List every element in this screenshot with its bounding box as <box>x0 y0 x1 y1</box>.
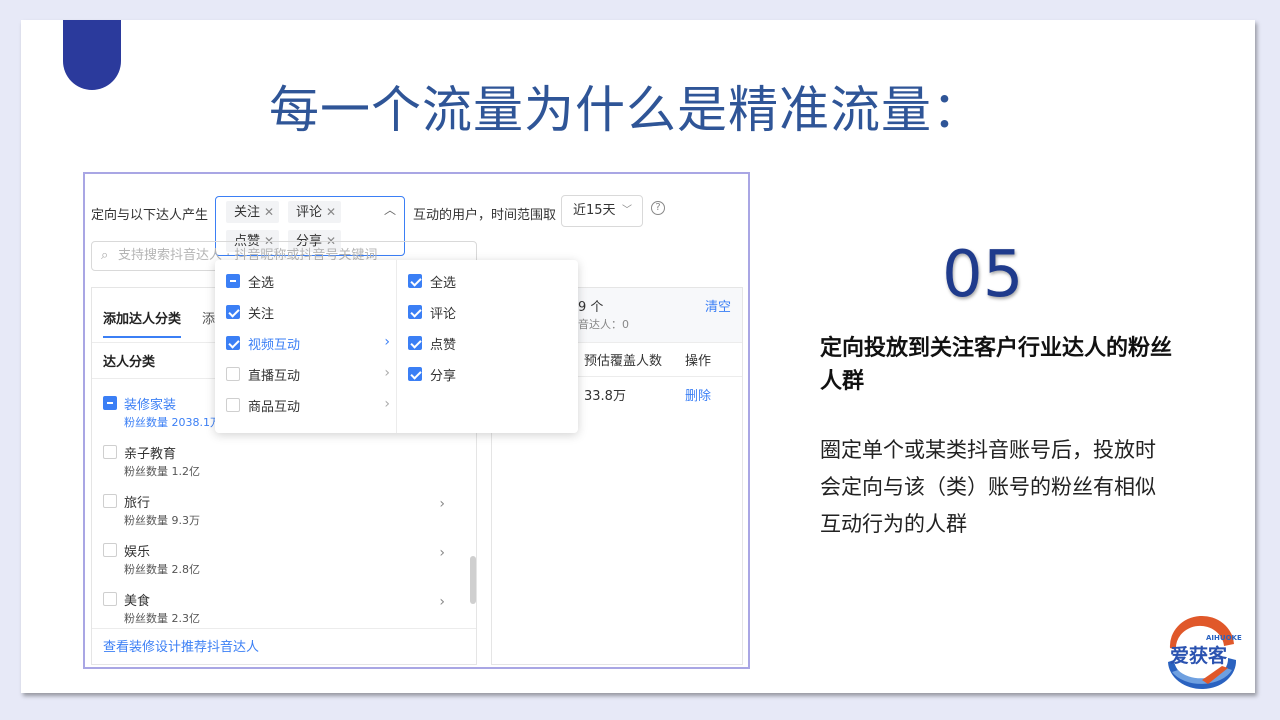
option-share[interactable]: 分享 <box>408 365 578 385</box>
recommended-creators-link[interactable]: 查看装修设计推荐抖音达人 <box>103 636 259 655</box>
interaction-dropdown: 全选 关注 视频互动 › 直播互动 › 商品互动 › 全选 评论 点赞 分享 <box>215 260 578 433</box>
help-icon[interactable]: ? <box>651 201 665 215</box>
chevron-down-icon: ﹀ <box>622 205 632 216</box>
category-fans: 粉丝数量 2.3亿 <box>124 612 200 625</box>
option-select-all[interactable]: 全选 <box>226 272 396 292</box>
option-label: 直播互动 <box>248 369 301 384</box>
checkbox[interactable] <box>226 398 240 412</box>
logo-cn: 爱获客 <box>1170 644 1228 667</box>
checkbox[interactable] <box>103 445 117 459</box>
checkbox[interactable] <box>408 367 422 381</box>
logo-en: AIHUOKE <box>1206 634 1242 642</box>
close-icon[interactable]: ✕ <box>326 205 336 219</box>
option-label: 全选 <box>248 276 275 291</box>
option-label: 关注 <box>248 307 275 322</box>
checkbox[interactable] <box>226 367 240 381</box>
checkbox[interactable] <box>103 396 117 410</box>
category-item-travel[interactable]: 旅行 粉丝数量 9.3万 › <box>103 492 453 534</box>
category-name: 亲子教育 <box>124 447 177 462</box>
category-fans: 粉丝数量 2.8亿 <box>124 563 200 576</box>
category-item-entertainment[interactable]: 娱乐 粉丝数量 2.8亿 › <box>103 541 453 583</box>
option-video-interaction[interactable]: 视频互动 › <box>226 334 396 354</box>
chevron-right-icon[interactable]: › <box>439 594 445 610</box>
option-comment[interactable]: 评论 <box>408 303 578 323</box>
category-header: 达人分类 <box>103 355 156 370</box>
category-fans: 粉丝数量 2038.1万 <box>124 416 221 429</box>
category-item-parenting[interactable]: 亲子教育 粉丝数量 1.2亿 <box>103 443 453 485</box>
checkbox[interactable] <box>103 494 117 508</box>
option-label: 视频互动 <box>248 338 301 353</box>
filter-middle-label: 互动的用户，时间范围取 <box>413 208 557 223</box>
divider <box>92 628 476 629</box>
checkbox[interactable] <box>226 305 240 319</box>
brand-logo: AIHUOKE 爱获客 <box>1162 614 1242 690</box>
tag-comment[interactable]: 评论 ✕ <box>288 201 342 223</box>
option-label: 分享 <box>430 369 457 384</box>
screenshot-panel: 定向与以下达人产生 关注 ✕ 评论 ✕ 点赞 ✕ 分享 ✕ ︿ 互动的用户，时间范围取 … <box>83 172 750 669</box>
option-follow[interactable]: 关注 <box>226 303 396 323</box>
chevron-up-icon[interactable]: ︿ <box>384 201 396 218</box>
tab-add-category[interactable]: 添加达人分类 <box>103 308 182 338</box>
category-fans: 粉丝数量 1.2亿 <box>124 465 200 478</box>
chevron-right-icon: › <box>384 334 390 350</box>
filter-prefix-label: 定向与以下达人产生 <box>91 208 209 223</box>
clear-button[interactable]: 清空 <box>705 296 731 315</box>
option-label: 点赞 <box>430 338 457 353</box>
step-description: 圈定单个或某类抖音账号后，投放时会定向与该（类）账号的粉丝有相似互动行为的人群 <box>820 438 1156 536</box>
category-name: 美食 <box>124 594 151 609</box>
category-fans: 粉丝数量 9.3万 <box>124 514 200 527</box>
checkbox[interactable] <box>226 336 240 350</box>
category-name: 装修家装 <box>124 398 177 413</box>
checkbox[interactable] <box>408 274 422 288</box>
logo-graphic: AIHUOKE 爱获客 <box>1168 615 1242 690</box>
column-header-action: 操作 <box>685 354 712 369</box>
time-range-value: 近15天 <box>573 203 616 218</box>
time-range-select[interactable]: 近15天 ﹀ <box>561 195 643 227</box>
scrollbar[interactable] <box>470 556 476 604</box>
checkbox[interactable] <box>408 336 422 350</box>
chevron-right-icon[interactable]: › <box>439 496 445 512</box>
coverage-value: 33.8万 <box>584 389 626 404</box>
checkbox[interactable] <box>226 274 240 288</box>
checkbox[interactable] <box>103 592 117 606</box>
option-like[interactable]: 点赞 <box>408 334 578 354</box>
option-label: 全选 <box>430 276 457 291</box>
tag-label: 关注 <box>234 205 261 220</box>
checkbox[interactable] <box>103 543 117 557</box>
option-live-interaction[interactable]: 直播互动 › <box>226 365 396 385</box>
tag-label: 评论 <box>296 205 323 220</box>
category-item-food[interactable]: 美食 粉丝数量 2.3亿 › <box>103 590 453 632</box>
tag-follow[interactable]: 关注 ✕ <box>226 201 280 223</box>
step-heading: 定向投放到关注客户行业达人的粉丝人群 <box>820 336 1173 394</box>
option-label: 评论 <box>430 307 457 322</box>
chevron-right-icon: › <box>384 365 390 381</box>
close-icon[interactable]: ✕ <box>264 205 274 219</box>
option-label: 商品互动 <box>248 400 301 415</box>
checkbox[interactable] <box>408 305 422 319</box>
category-name: 旅行 <box>124 496 151 511</box>
divider <box>396 260 397 433</box>
chevron-right-icon[interactable]: › <box>439 545 445 561</box>
selected-count: 9 个 <box>578 300 604 315</box>
tab-add-creator[interactable]: 添 <box>202 308 215 327</box>
step-number: 05 <box>942 238 1024 312</box>
slide-title: 每一个流量为什么是精准流量： <box>269 81 983 139</box>
search-icon: ⌕ <box>101 248 109 263</box>
option-product-interaction[interactable]: 商品互动 › <box>226 396 396 416</box>
option-sub-select-all[interactable]: 全选 <box>408 272 578 292</box>
column-header-coverage: 预估覆盖人数 <box>584 354 663 369</box>
category-name: 娱乐 <box>124 545 151 560</box>
selected-count-sub: 音达人：0 <box>578 318 629 331</box>
delete-button[interactable]: 删除 <box>685 385 711 404</box>
chevron-right-icon: › <box>384 396 390 412</box>
